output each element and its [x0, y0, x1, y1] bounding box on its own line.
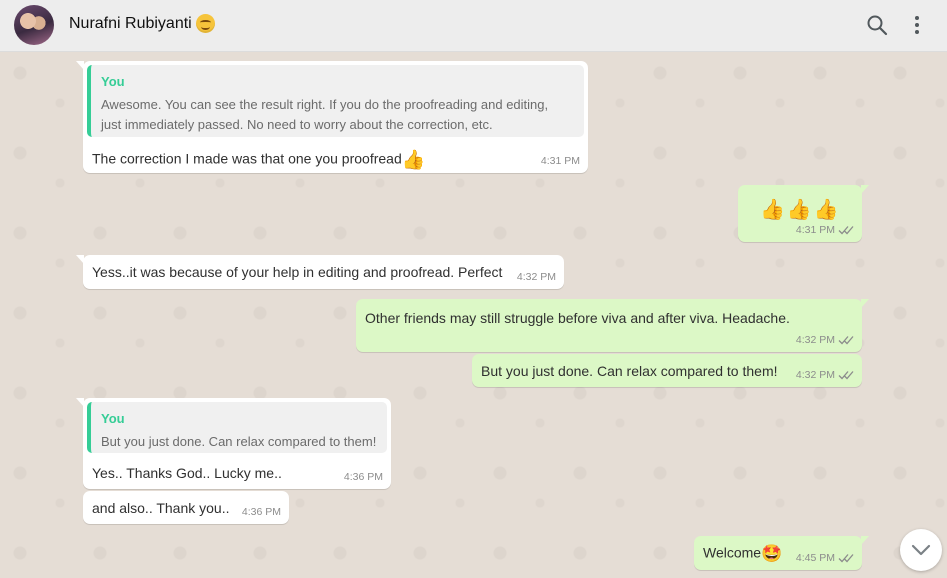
quoted-message[interactable]: You Awesome. You can see the result righ…: [87, 65, 584, 137]
quote-line: Awesome. You can see the result right. I…: [101, 97, 549, 112]
outgoing-message[interactable]: Welcome🤩 4:45 PM: [694, 536, 869, 570]
star-struck-emoji: 🤩: [761, 544, 783, 563]
chat-area[interactable]: You Awesome. You can see the result righ…: [0, 53, 947, 578]
incoming-message[interactable]: You Awesome. You can see the result righ…: [76, 61, 588, 173]
incoming-message[interactable]: and also.. Thank you.. 4:36 PM: [83, 491, 289, 524]
message-body: The correction I made was that one you p…: [92, 150, 402, 167]
message-text: 👍👍👍: [760, 199, 841, 221]
menu-icon[interactable]: [905, 13, 929, 37]
read-receipt-icon: [838, 554, 854, 563]
message-time: 4:31 PM: [796, 224, 854, 236]
message-body: Welcome: [703, 544, 762, 561]
thumbs-up-emoji: 👍: [401, 150, 426, 171]
message-text: Yes.. Thanks God.. Lucky me..: [92, 465, 282, 481]
search-icon[interactable]: [865, 13, 889, 37]
quoted-message[interactable]: You But you just done. Can relax compare…: [87, 402, 387, 453]
scroll-to-bottom-button[interactable]: [900, 529, 942, 571]
message-time: 4:36 PM: [343, 471, 383, 483]
quote-line: just immediately passed. No need to worr…: [101, 117, 493, 132]
read-receipt-icon: [838, 226, 854, 235]
outgoing-message[interactable]: 👍👍👍 4:31 PM: [738, 185, 869, 242]
message-time: 4:36 PM: [241, 506, 281, 518]
quote-author: You: [101, 411, 125, 426]
message-time: 4:31 PM: [540, 155, 580, 167]
smiling-face-icon: [195, 14, 215, 33]
message-text: The correction I made was that one you p…: [92, 148, 425, 172]
outgoing-message[interactable]: Other friends may still struggle before …: [356, 299, 869, 352]
contact-name-label: Nurafni Rubiyanti: [69, 14, 192, 32]
quote-line: But you just done. Can relax compared to…: [101, 434, 377, 449]
quote-author: You: [101, 74, 125, 89]
quote-text: But you just done. Can relax compared to…: [101, 432, 376, 452]
message-time: 4:32 PM: [516, 271, 556, 283]
quote-text: Awesome. You can see the result right. I…: [101, 95, 548, 135]
incoming-message[interactable]: Yess..it was because of your help in edi…: [76, 255, 564, 289]
chevron-down-icon: [911, 544, 931, 556]
message-time: 4:32 PM: [796, 369, 854, 381]
message-text: and also.. Thank you..: [92, 500, 230, 516]
contact-name[interactable]: Nurafni Rubiyanti: [69, 14, 215, 33]
chat-header: Nurafni Rubiyanti: [0, 0, 947, 52]
message-text: Welcome🤩: [703, 544, 782, 564]
message-text: Yess..it was because of your help in edi…: [92, 264, 503, 280]
message-time: 4:45 PM: [796, 552, 854, 564]
read-receipt-icon: [838, 336, 854, 345]
avatar[interactable]: [14, 5, 54, 45]
message-time: 4:32 PM: [796, 334, 854, 346]
incoming-message[interactable]: You But you just done. Can relax compare…: [76, 398, 391, 489]
message-text: But you just done. Can relax compared to…: [481, 363, 778, 379]
message-text: Other friends may still struggle before …: [365, 310, 790, 326]
outgoing-message[interactable]: But you just done. Can relax compared to…: [472, 354, 862, 387]
read-receipt-icon: [838, 371, 854, 380]
